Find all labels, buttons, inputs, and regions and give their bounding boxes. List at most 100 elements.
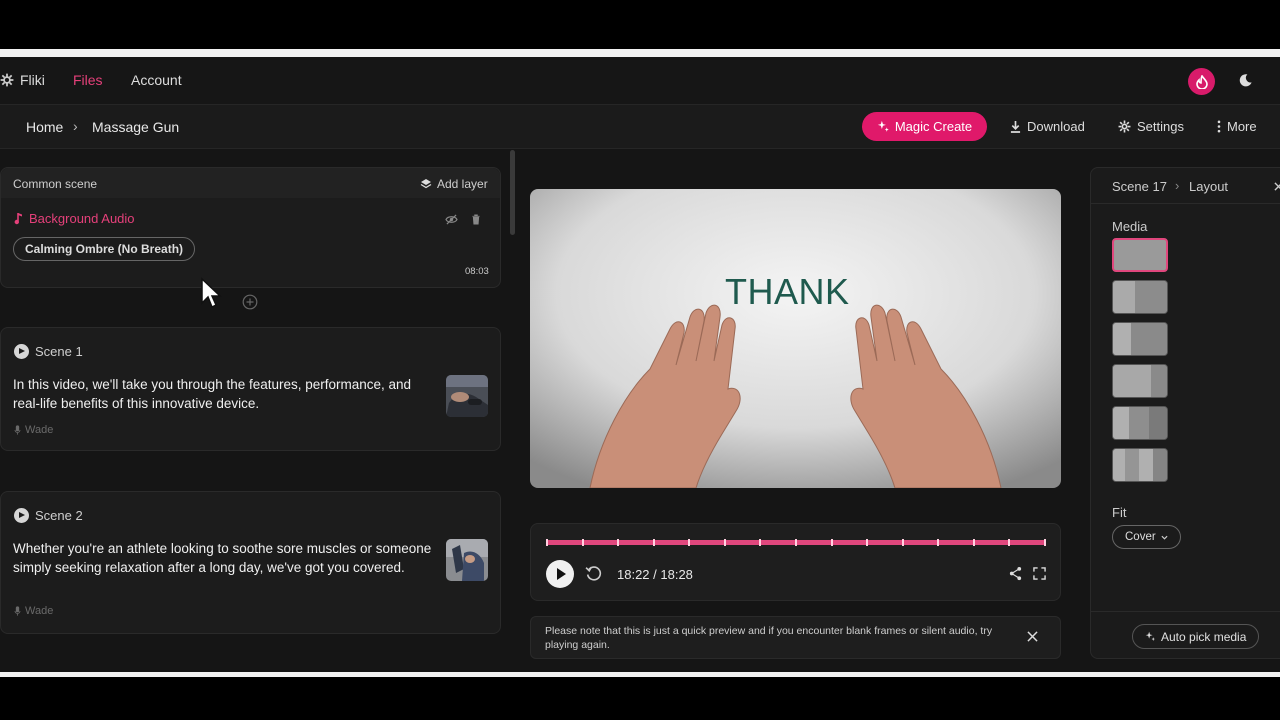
play-circle-icon[interactable] <box>14 508 29 523</box>
brand-name: Fliki <box>20 72 45 88</box>
progress-marker[interactable] <box>937 539 939 546</box>
progress-marker[interactable] <box>546 539 548 546</box>
trash-icon[interactable] <box>471 214 481 225</box>
replay-icon[interactable] <box>585 565 602 582</box>
nav-files[interactable]: Files <box>73 72 103 88</box>
scene-number[interactable]: Scene 17 <box>1112 179 1167 194</box>
video-preview[interactable]: THANK <box>530 189 1061 488</box>
scene-1-thumbnail[interactable] <box>446 375 488 417</box>
progress-marker[interactable] <box>688 539 690 546</box>
progress-marker[interactable] <box>653 539 655 546</box>
flame-icon <box>1195 74 1208 89</box>
progress-marker[interactable] <box>973 539 975 546</box>
microphone-icon <box>14 606 21 616</box>
progress-marker[interactable] <box>831 539 833 546</box>
panel-divider <box>1091 611 1280 612</box>
settings-button[interactable]: Settings <box>1118 119 1184 134</box>
progress-marker[interactable] <box>902 539 904 546</box>
scene-1-title: Scene 1 <box>35 344 83 359</box>
fit-label: Fit <box>1112 505 1127 520</box>
chevron-down-icon <box>1161 535 1168 540</box>
gear-logo-icon <box>0 73 14 87</box>
layout-option-four-column[interactable] <box>1112 448 1168 482</box>
scene-2-header: Scene 2 <box>14 508 83 523</box>
audio-track-name: Calming Ombre (No Breath) <box>25 242 184 256</box>
background-audio-label: Background Audio <box>29 211 135 226</box>
scene-1-voice-name: Wade <box>25 424 54 436</box>
fit-select[interactable]: Cover <box>1112 525 1181 549</box>
progress-marker[interactable] <box>1008 539 1010 546</box>
progress-marker[interactable] <box>759 539 761 546</box>
audio-track-pill[interactable]: Calming Ombre (No Breath) <box>13 237 196 261</box>
layout-option-three-column[interactable] <box>1112 406 1168 440</box>
fullscreen-icon[interactable] <box>1033 567 1046 580</box>
layout-panel-header: Scene 17 › Layout <box>1091 168 1280 204</box>
progress-marker[interactable] <box>724 539 726 546</box>
scene-2-title: Scene 2 <box>35 508 83 523</box>
moon-icon[interactable] <box>1238 73 1253 88</box>
layout-option-split-right[interactable] <box>1112 364 1168 398</box>
download-button[interactable]: Download <box>1010 119 1085 134</box>
microphone-icon <box>14 425 21 435</box>
brand[interactable]: Fliki <box>0 72 45 88</box>
auto-pick-media-button[interactable]: Auto pick media <box>1132 624 1260 649</box>
common-scene-header: Common scene Add layer <box>1 168 500 198</box>
close-icon[interactable] <box>1027 631 1038 642</box>
left-panel-scrollbar[interactable] <box>510 150 515 235</box>
magic-create-button[interactable]: Magic Create <box>862 112 987 141</box>
layout-option-split-left[interactable] <box>1112 322 1168 356</box>
scene-1-voice[interactable]: Wade <box>14 424 53 436</box>
progress-marker[interactable] <box>795 539 797 546</box>
nav-account[interactable]: Account <box>131 72 182 88</box>
player-controls: 18:22 / 18:28 <box>530 523 1061 601</box>
app-window: Fliki Files Account Home › Massage Gun M… <box>0 57 1280 672</box>
scene-2-thumbnail-image <box>446 539 488 581</box>
audio-duration: 08:03 <box>465 266 489 277</box>
fit-select-value: Cover <box>1125 531 1156 543</box>
preview-notice: Please note that this is just a quick pr… <box>530 616 1061 659</box>
settings-label: Settings <box>1137 119 1184 134</box>
download-icon <box>1010 121 1021 133</box>
top-nav: Fliki Files Account <box>0 57 1280 105</box>
scene-2-voice[interactable]: Wade <box>14 605 53 617</box>
layout-option-split-half[interactable] <box>1112 280 1168 314</box>
close-panel-icon[interactable] <box>1274 182 1280 191</box>
more-vertical-icon <box>1217 120 1221 133</box>
layout-option-full[interactable] <box>1112 238 1168 272</box>
scene-2-thumbnail[interactable] <box>446 539 488 581</box>
sub-header: Home › Massage Gun Magic Create Download… <box>0 105 1280 149</box>
video-letterbox-bottom <box>0 677 1280 720</box>
layout-tab[interactable]: Layout <box>1189 179 1228 194</box>
sparkle-icon <box>877 120 889 132</box>
progress-marker[interactable] <box>582 539 584 546</box>
add-layer-label: Add layer <box>437 177 488 191</box>
play-button[interactable] <box>546 560 574 588</box>
add-scene-icon[interactable] <box>242 294 258 310</box>
breadcrumb-home[interactable]: Home <box>26 119 63 135</box>
common-scene-card: Common scene Add layer Background Audio … <box>0 167 501 288</box>
scene-1-header: Scene 1 <box>14 344 83 359</box>
progress-marker[interactable] <box>1044 539 1046 546</box>
preview-notice-text: Please note that this is just a quick pr… <box>545 625 993 651</box>
progress-marker[interactable] <box>866 539 868 546</box>
more-label: More <box>1227 119 1257 134</box>
progress-marker[interactable] <box>617 539 619 546</box>
scene-1-text[interactable]: In this video, we'll take you through th… <box>13 375 438 413</box>
eye-off-icon[interactable] <box>445 214 458 225</box>
share-icon[interactable] <box>1008 566 1023 581</box>
play-circle-icon[interactable] <box>14 344 29 359</box>
progress-bar[interactable] <box>546 539 1046 546</box>
more-button[interactable]: More <box>1217 119 1257 134</box>
scene-2-voice-name: Wade <box>25 605 54 617</box>
breadcrumb-separator: › <box>73 118 78 134</box>
breadcrumb-current: Massage Gun <box>92 119 180 135</box>
avatar[interactable] <box>1188 68 1215 95</box>
scene-card-2[interactable]: Scene 2 Whether you're an athlete lookin… <box>0 491 501 634</box>
scene-card-1[interactable]: Scene 1 In this video, we'll take you th… <box>0 327 501 451</box>
background-audio[interactable]: Background Audio <box>14 211 135 226</box>
scene-2-text[interactable]: Whether you're an athlete looking to soo… <box>13 539 433 577</box>
add-layer-button[interactable]: Add layer <box>420 177 488 191</box>
video-letterbox-top <box>0 0 1280 49</box>
auto-pick-media-label: Auto pick media <box>1161 629 1247 644</box>
scene-layout-panel: Scene 17 › Layout Media Fit Cover Auto p… <box>1090 167 1280 659</box>
